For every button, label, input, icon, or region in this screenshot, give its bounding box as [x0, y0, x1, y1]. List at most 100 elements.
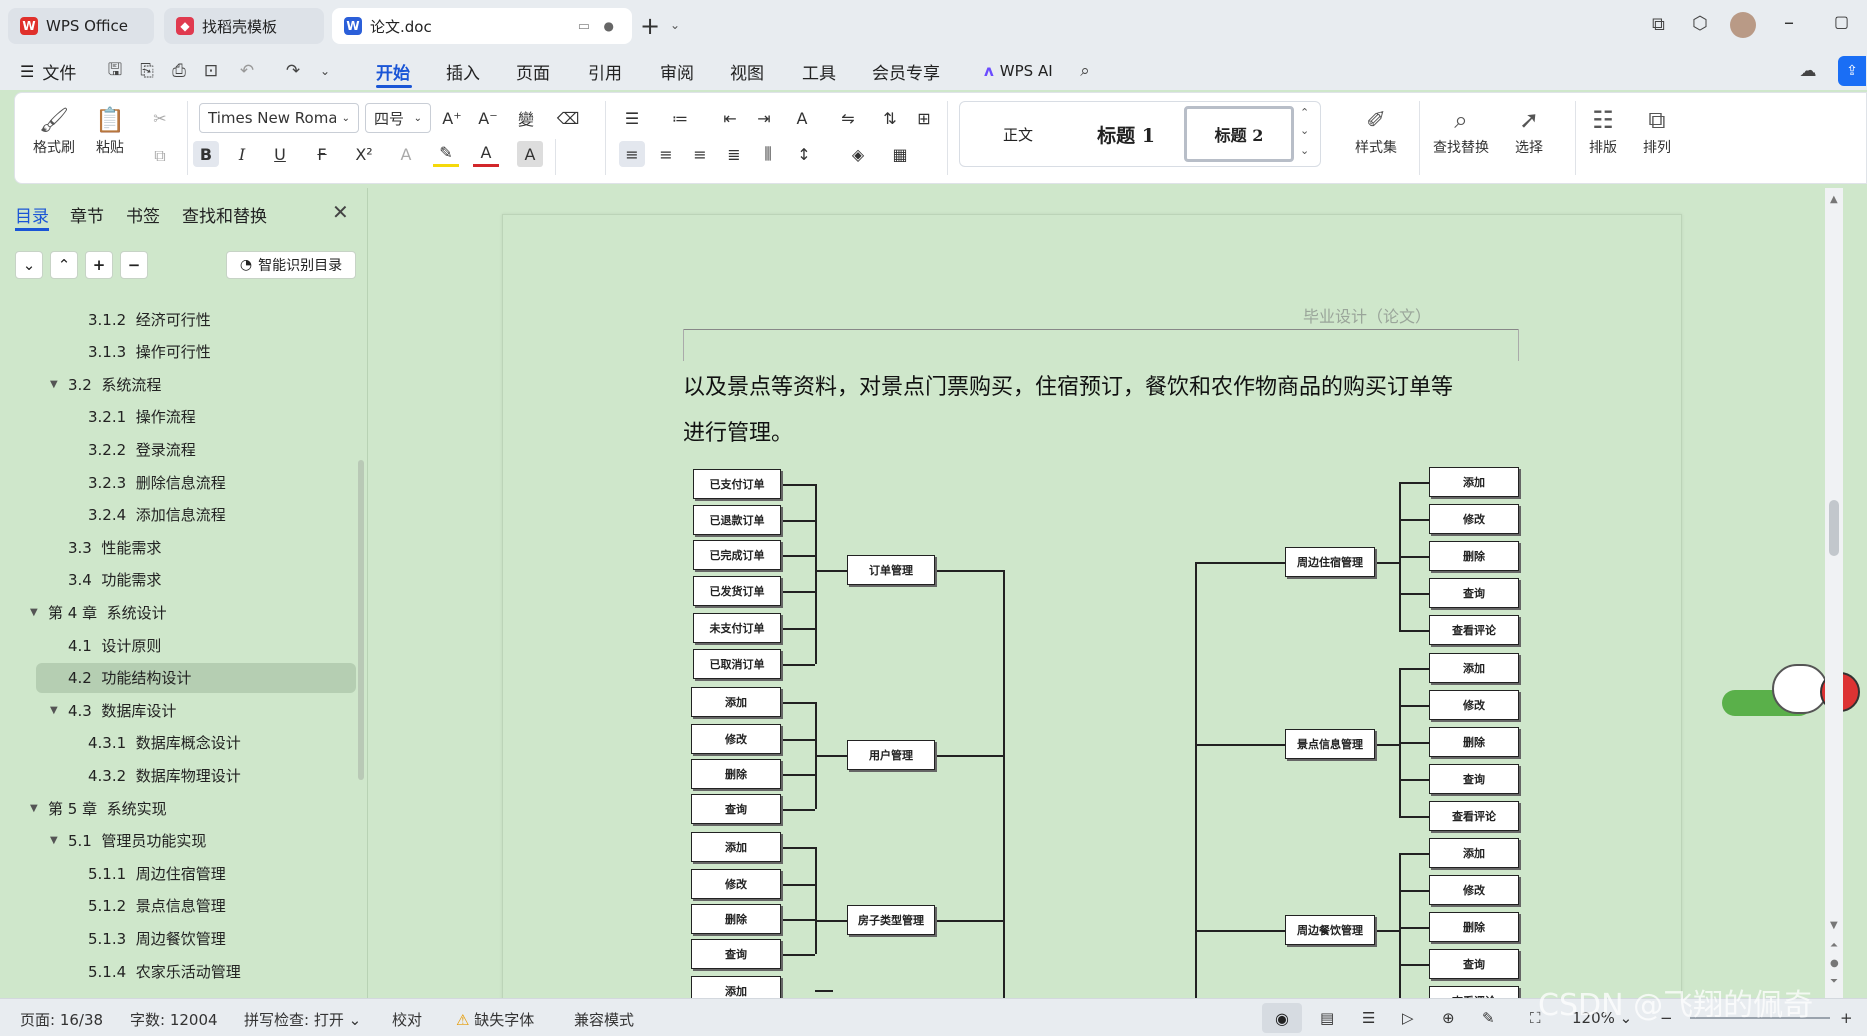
chinese-layout-icon[interactable]: ⇋ [835, 105, 861, 131]
toc-item[interactable]: 4.2 功能结构设计 [36, 662, 356, 693]
vertical-scrollbar[interactable]: ▲ ▼ ⏶ ● ⏷ [1825, 188, 1843, 998]
clear-format-icon[interactable]: ⌫ [555, 105, 581, 131]
prev-page-icon[interactable]: ⏶ [1830, 940, 1838, 951]
underline-icon[interactable]: U [267, 141, 293, 167]
toc-item[interactable]: 3.1.3 操作可行性 [0, 337, 360, 367]
sidebar-tab-bookmarks[interactable]: 书签 [126, 202, 160, 227]
toc-item[interactable]: ▼ 5.1 管理员功能实现 [0, 826, 360, 856]
sidebar-tab-chapters[interactable]: 章节 [70, 202, 104, 227]
window-restore-icon[interactable]: ⧉ [1652, 14, 1665, 35]
bullet-list-icon[interactable]: ☰ [619, 105, 645, 131]
strikethrough-icon[interactable]: F [309, 141, 335, 167]
eye-protection-icon[interactable]: ◉ [1262, 1003, 1302, 1033]
toc-item[interactable]: 4.3.2 数据库物理设计 [0, 760, 360, 790]
superscript-icon[interactable]: X² [351, 141, 377, 167]
highlight-icon[interactable]: ✎ [433, 141, 459, 167]
toc-item[interactable]: 3.4 功能需求 [0, 565, 360, 595]
style-heading-1[interactable]: 标题 1 [1072, 108, 1180, 160]
menu-tab-references[interactable]: 引用 [588, 58, 622, 84]
toc-item[interactable]: ▼ 第 4 章 系统设计 [0, 597, 360, 627]
show-marks-icon[interactable]: ⊞ [911, 105, 937, 131]
gallery-more-icon[interactable]: ⌄ [1300, 144, 1309, 157]
remove-heading-icon[interactable]: − [120, 251, 148, 279]
toc-item[interactable]: 5.1.2 景点信息管理 [0, 891, 360, 921]
bold-icon[interactable]: B [193, 141, 219, 167]
justify-icon[interactable]: ≣ [721, 141, 747, 167]
page-indicator[interactable]: 页面: 16/38 [20, 1009, 103, 1030]
toc-item[interactable]: 3.3 性能需求 [0, 532, 360, 562]
menu-tab-member[interactable]: 会员专享 [872, 58, 940, 84]
numbered-list-icon[interactable]: ≔ [667, 105, 693, 131]
expand-caret-icon[interactable]: ▼ [50, 379, 58, 390]
decrease-indent-icon[interactable]: ⇤ [717, 105, 743, 131]
zoom-in-icon[interactable]: + [1840, 1009, 1853, 1027]
minimize-icon[interactable]: – [1784, 10, 1794, 34]
text-effect-icon[interactable]: A [393, 141, 419, 167]
gallery-down-icon[interactable]: ⌄ [1300, 124, 1309, 137]
copy-icon[interactable]: ⧉ [147, 143, 173, 169]
toc-item[interactable]: 3.2.3 删除信息流程 [0, 467, 360, 497]
cube-icon[interactable]: ⬡ [1692, 13, 1708, 34]
tab-document[interactable]: W 论文.doc ▭ ● [332, 8, 632, 44]
toc-item[interactable]: 5.1.1 周边住宿管理 [0, 858, 360, 888]
print-icon[interactable]: ⎙ [168, 60, 190, 82]
toc-item[interactable]: 3.2.4 添加信息流程 [0, 500, 360, 530]
undo-icon[interactable]: ↶ [236, 60, 258, 82]
text-direction-icon[interactable]: A [789, 105, 815, 131]
toc-item[interactable]: 4.3.1 数据库概念设计 [0, 728, 360, 758]
print-preview-icon[interactable]: ⊡ [200, 60, 222, 82]
word-count[interactable]: 字数: 12004 [130, 1009, 218, 1030]
select-button[interactable]: ➚ 选择 [1515, 103, 1543, 157]
quick-access-chevron-icon[interactable]: ⌄ [314, 60, 336, 82]
spell-check-toggle[interactable]: 拼写检查: 打开 ⌄ [244, 1009, 361, 1030]
proofread-button[interactable]: 校对 [392, 1009, 422, 1030]
monitor-icon[interactable]: ▭ [578, 19, 590, 34]
missing-font-button[interactable]: ⚠ 缺失字体 [456, 1009, 534, 1030]
menu-tab-home[interactable]: 开始 [376, 58, 410, 84]
format-painter-button[interactable]: 🖌 格式刷 [33, 103, 75, 157]
borders-icon[interactable]: ▦ [887, 141, 913, 167]
outline-view-icon[interactable]: ☰ [1362, 1009, 1375, 1027]
toc-item[interactable]: ▼ 4.3 数据库设计 [0, 695, 360, 725]
toc-item[interactable]: 3.1.2 经济可行性 [0, 304, 360, 334]
wps-ai-button[interactable]: ᴧ WPS AI [984, 58, 1053, 84]
move-up-icon[interactable]: ⌃ [50, 251, 78, 279]
expand-caret-icon[interactable]: ▼ [50, 705, 58, 716]
tab-daoke-template[interactable]: ◆ 找稻壳模板 [164, 8, 324, 44]
next-page-icon[interactable]: ⏷ [1830, 976, 1838, 987]
shrink-font-icon[interactable]: A⁻ [475, 105, 501, 131]
toc-item[interactable]: ▼ 3.2 系统流程 [0, 369, 360, 399]
expand-caret-icon[interactable]: ▼ [30, 803, 38, 814]
toc-item[interactable]: 5.1.3 周边餐饮管理 [0, 923, 360, 953]
select-browse-icon[interactable]: ● [1830, 958, 1839, 969]
smart-toc-button[interactable]: ◔ 智能识别目录 [226, 251, 356, 279]
scroll-down-icon[interactable]: ▼ [1830, 920, 1838, 931]
font-size-select[interactable]: 四号 ⌄ [365, 103, 431, 133]
add-heading-icon[interactable]: + [85, 251, 113, 279]
redo-icon[interactable]: ↷ [282, 60, 304, 82]
shading-icon[interactable]: ◈ [845, 141, 871, 167]
align-center-icon[interactable]: ≡ [653, 141, 679, 167]
expand-caret-icon[interactable]: ▼ [30, 607, 38, 618]
share-icon[interactable]: ⇪ [1838, 56, 1866, 86]
grow-font-icon[interactable]: A⁺ [439, 105, 465, 131]
paste-button[interactable]: 📋 粘贴 [95, 103, 125, 157]
toc-item[interactable]: 4.1 设计原则 [0, 630, 360, 660]
increase-indent-icon[interactable]: ⇥ [751, 105, 777, 131]
cut-icon[interactable]: ✂ [147, 105, 173, 131]
scrollbar-thumb[interactable] [1829, 500, 1839, 556]
style-set-button[interactable]: ✐ 样式集 [1355, 103, 1397, 157]
menu-tab-view[interactable]: 视图 [730, 58, 764, 84]
pen-icon[interactable]: ✎ [1482, 1009, 1495, 1027]
italic-icon[interactable]: I [229, 141, 255, 167]
sidebar-tab-find[interactable]: 查找和替换 [182, 202, 267, 227]
search-icon[interactable]: ⌕ [1074, 60, 1096, 82]
file-menu[interactable]: ☰ 文件 [20, 58, 76, 84]
style-heading-2[interactable]: 标题 2 [1184, 106, 1294, 162]
body-line-2[interactable]: 进行管理。 [683, 415, 793, 447]
arrange-button[interactable]: ⧉ 排列 [1643, 103, 1671, 157]
save-icon[interactable]: 🖫 [104, 60, 126, 82]
menu-tab-page[interactable]: 页面 [516, 58, 550, 84]
expand-caret-icon[interactable]: ▼ [50, 835, 58, 846]
sidebar-tab-toc[interactable]: 目录 [15, 202, 49, 227]
